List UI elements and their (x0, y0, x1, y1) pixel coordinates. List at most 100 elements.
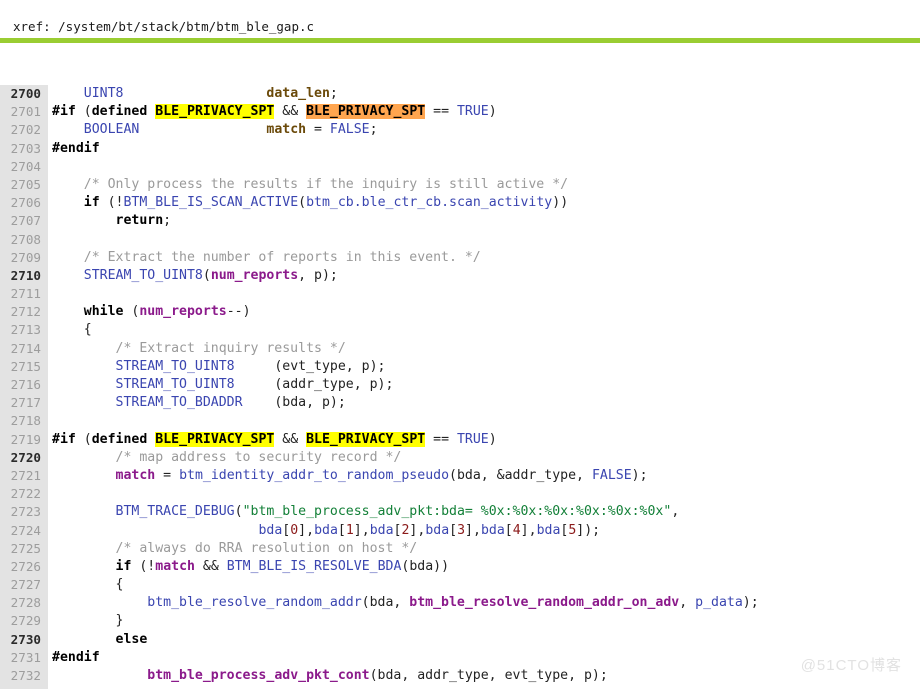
code-token: == (425, 104, 457, 120)
code-text: if (!BTM_BLE_IS_SCAN_ACTIVE(btm_cb.ble_c… (41, 194, 568, 212)
line-number[interactable]: 2733 (0, 685, 41, 689)
code-token[interactable]: STREAM_TO_BDADDR (116, 395, 243, 410)
code-token[interactable]: num_reports (211, 268, 298, 283)
code-line: 2715 STREAM_TO_UINT8 (evt_type, p); (0, 358, 920, 376)
code-text: } (41, 612, 124, 630)
code-token: 4 (512, 522, 521, 538)
code-token: ) (488, 431, 497, 447)
line-number[interactable]: 2728 (0, 594, 41, 612)
code-line: 2704 (0, 158, 920, 176)
line-number[interactable]: 2726 (0, 558, 41, 576)
line-number[interactable]: 2704 (0, 158, 41, 176)
code-token: (bda, &addr_type, (449, 467, 592, 483)
code-token[interactable]: BTM_BLE_IS_SCAN_ACTIVE (123, 195, 298, 210)
line-number[interactable]: 2731 (0, 649, 41, 667)
code-text: /* always do RRA resolution on host */ (41, 540, 418, 558)
code-token[interactable]: STREAM_TO_UINT8 (116, 359, 235, 374)
code-token[interactable]: btm_ble_process_adv_pkt_cont (147, 668, 369, 683)
xref-path-value: /system/bt/stack/btm/btm_ble_gap.c (58, 19, 315, 34)
code-token: if (83, 195, 100, 211)
line-number[interactable]: 2717 (0, 394, 41, 412)
line-number[interactable]: 2712 (0, 303, 41, 321)
line-number[interactable]: 2727 (0, 576, 41, 594)
code-token: ], (465, 522, 481, 538)
line-number[interactable]: 2725 (0, 540, 41, 558)
code-text: BOOLEAN match = FALSE; (41, 121, 378, 139)
code-token[interactable]: STREAM_TO_UINT8 (84, 268, 203, 283)
line-number[interactable]: 2711 (0, 285, 41, 303)
code-token: FALSE (329, 122, 370, 138)
line-number[interactable]: 2729 (0, 612, 41, 630)
line-number[interactable]: 2718 (0, 412, 41, 430)
code-token: while (83, 304, 124, 320)
code-line: 2731 #endif (0, 649, 920, 667)
code-line: 2707 return; (0, 212, 920, 230)
code-token: p_data (695, 595, 743, 611)
code-token[interactable]: match (155, 559, 195, 574)
code-line: 2722 (0, 485, 920, 503)
code-token: (bda, addr_type, evt_type, p); (369, 668, 608, 683)
code-line: 2709 /* Extract the number of reports in… (0, 249, 920, 267)
code-token: } (52, 613, 124, 629)
line-number[interactable]: 2701 (0, 103, 41, 121)
code-token[interactable]: STREAM_TO_UINT8 (116, 377, 235, 392)
line-number[interactable]: 2715 (0, 358, 41, 376)
line-number[interactable]: 2719 (0, 431, 41, 449)
code-token: ], (353, 522, 370, 538)
line-number[interactable]: 2713 (0, 321, 41, 339)
code-token: (addr_type, p); (234, 377, 394, 392)
code-token: = (306, 122, 330, 138)
code-token[interactable]: BTM_TRACE_DEBUG (116, 504, 235, 519)
code-token: if (115, 558, 132, 574)
code-text: if (!match && BTM_BLE_IS_RESOLVE_BDA(bda… (41, 558, 450, 576)
code-token: 3 (457, 522, 466, 538)
code-token: ; (163, 213, 172, 229)
line-number[interactable]: 2703 (0, 140, 41, 158)
line-number[interactable]: 2721 (0, 467, 41, 485)
line-number[interactable]: 2709 (0, 249, 41, 267)
code-token: 1 (345, 522, 354, 538)
code-line: 2713 { (0, 321, 920, 339)
line-number[interactable]: 2705 (0, 176, 41, 194)
code-token: FALSE (591, 467, 632, 483)
line-number[interactable]: 2723 (0, 503, 41, 521)
line-number[interactable]: 2716 (0, 376, 41, 394)
code-token[interactable]: num_reports (139, 304, 226, 319)
line-number[interactable]: 2724 (0, 522, 41, 540)
code-token: "btm_ble_process_adv_pkt:bda= %0x:%0x:%0… (242, 504, 672, 520)
code-token[interactable]: match (116, 468, 156, 483)
code-line: 2712 while (num_reports--) (0, 303, 920, 321)
line-number[interactable]: 2714 (0, 340, 41, 358)
code-token: /* Extract the number of reports in this… (52, 249, 481, 265)
code-token[interactable]: btm_ble_resolve_random_addr_on_adv (409, 595, 679, 610)
code-token[interactable]: btm_identity_addr_to_random_pseudo (179, 468, 449, 483)
line-number[interactable]: 2708 (0, 231, 41, 249)
line-number[interactable]: 2702 (0, 121, 41, 139)
navigation-bar: Home|History|Annotate|Line#|Navigate|Dow… (0, 43, 920, 119)
code-line: 2733 (0, 685, 920, 689)
code-token[interactable]: btm_ble_resolve_random_addr (147, 595, 361, 610)
code-token: #endif (52, 649, 100, 665)
line-number[interactable]: 2706 (0, 194, 41, 212)
code-token: ); (631, 467, 648, 483)
line-number[interactable]: 2722 (0, 485, 41, 503)
line-number[interactable]: 2707 (0, 212, 41, 230)
code-token: , (679, 595, 696, 611)
code-token[interactable]: BTM_BLE_IS_RESOLVE_BDA (227, 559, 402, 574)
line-number[interactable]: 2732 (0, 667, 41, 685)
highlighted-token: BLE_PRIVACY_SPT (155, 104, 275, 120)
code-line: 2725 /* always do RRA resolution on host… (0, 540, 920, 558)
line-number[interactable]: 2710 (0, 267, 41, 285)
line-number[interactable]: 2730 (0, 631, 41, 649)
line-number[interactable]: 2700 (0, 85, 41, 103)
code-token: TRUE (456, 104, 489, 120)
line-number[interactable]: 2720 (0, 449, 41, 467)
